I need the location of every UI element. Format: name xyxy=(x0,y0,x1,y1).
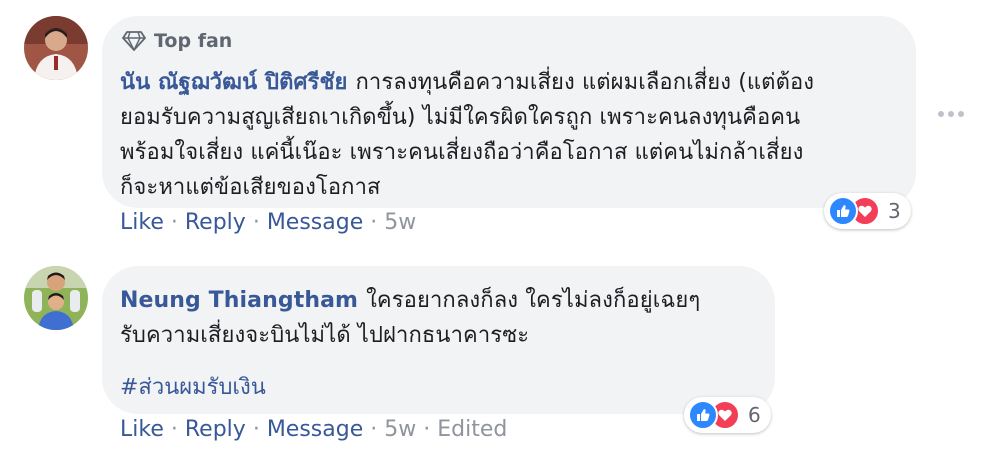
reactions-summary[interactable]: 6 xyxy=(684,397,771,433)
more-horizontal-icon[interactable] xyxy=(938,111,964,117)
reply-link[interactable]: Reply xyxy=(185,210,246,235)
avatar[interactable] xyxy=(24,266,88,330)
like-link[interactable]: Like xyxy=(120,417,164,442)
message-link[interactable]: Message xyxy=(267,210,363,235)
comment-author[interactable]: Neung Thiangtham xyxy=(120,288,358,313)
top-fan-label: Top fan xyxy=(154,30,233,52)
timestamp[interactable]: 5w xyxy=(384,210,416,235)
reaction-count: 3 xyxy=(888,199,901,223)
comment-text-block: นัน ณัฐฌวัฒน์ ปิติศรีชัย การลงทุนคือความเ… xyxy=(120,65,910,205)
like-link[interactable]: Like xyxy=(120,210,164,235)
comment-text-block: Neung Thiangtham ใครอยากลงก็ลง ใครไม่ลงก็… xyxy=(120,283,760,353)
comment-actions: Like · Reply · Message · 5w xyxy=(120,210,416,235)
comment-bubble: Neung Thiangtham ใครอยากลงก็ลง ใครไม่ลงก็… xyxy=(102,266,775,414)
reply-link[interactable]: Reply xyxy=(185,417,246,442)
separator-dot: · xyxy=(170,417,178,442)
separator-dot: · xyxy=(370,210,378,235)
edited-label[interactable]: Edited xyxy=(437,417,507,442)
thumbs-up-icon xyxy=(828,196,858,226)
avatar[interactable] xyxy=(24,16,88,80)
comment-actions: Like · Reply · Message · 5w · Edited xyxy=(120,417,507,442)
separator-dot: · xyxy=(370,417,378,442)
separator-dot: · xyxy=(170,210,178,235)
diamond-icon xyxy=(122,31,146,51)
separator-dot: · xyxy=(252,417,260,442)
reaction-count: 6 xyxy=(748,403,761,427)
comment-bubble: Top fan นัน ณัฐฌวัฒน์ ปิติศรีชัย การลงทุน… xyxy=(102,16,916,208)
top-fan-badge: Top fan xyxy=(122,30,232,52)
hashtag-link[interactable]: #ส่วนผมรับเงิน xyxy=(120,369,266,404)
thumbs-up-icon xyxy=(688,400,718,430)
comment-author[interactable]: นัน ณัฐฌวัฒน์ ปิติศรีชัย xyxy=(120,70,347,95)
reactions-summary[interactable]: 3 xyxy=(824,193,911,229)
message-link[interactable]: Message xyxy=(267,417,363,442)
timestamp[interactable]: 5w xyxy=(384,417,416,442)
separator-dot: · xyxy=(252,210,260,235)
separator-dot: · xyxy=(423,417,431,442)
